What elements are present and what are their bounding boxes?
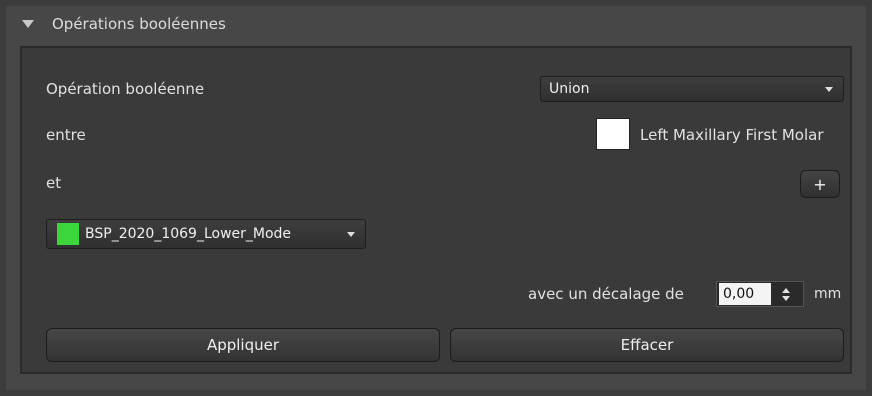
and-label: et: [46, 174, 62, 192]
offset-value[interactable]: 0,00: [719, 283, 771, 305]
operation-select-value: Union: [549, 81, 590, 97]
panel-body: Opération booléenne Union entre Left Max…: [20, 46, 852, 374]
operation-select[interactable]: Union: [540, 76, 844, 102]
arrow-down-icon[interactable]: [782, 295, 790, 301]
model-select[interactable]: BSP_2020_1069_Lower_Mode: [46, 219, 366, 249]
arrow-up-icon[interactable]: [782, 287, 790, 293]
apply-button[interactable]: Appliquer: [46, 328, 440, 362]
between-object-name: Left Maxillary First Molar: [640, 126, 824, 144]
between-label: entre: [46, 126, 86, 144]
model-select-value: BSP_2020_1069_Lower_Mode: [85, 226, 292, 242]
offset-unit: mm: [814, 286, 842, 302]
chevron-down-icon: [825, 87, 833, 92]
spinbox-arrows[interactable]: [771, 287, 801, 301]
operation-label: Opération booléenne: [46, 80, 205, 98]
collapse-triangle-icon[interactable]: [22, 20, 34, 28]
panel-title: Opérations booléennes: [52, 15, 226, 33]
model-color-swatch: [57, 223, 79, 245]
object-color-swatch[interactable]: [596, 118, 630, 150]
chevron-down-icon: [347, 232, 355, 237]
offset-label: avec un décalage de: [528, 285, 684, 303]
clear-button[interactable]: Effacer: [450, 328, 844, 362]
add-button[interactable]: +: [800, 170, 840, 198]
panel-header[interactable]: Opérations booléennes: [6, 6, 866, 42]
offset-spinbox[interactable]: 0,00: [716, 281, 804, 307]
